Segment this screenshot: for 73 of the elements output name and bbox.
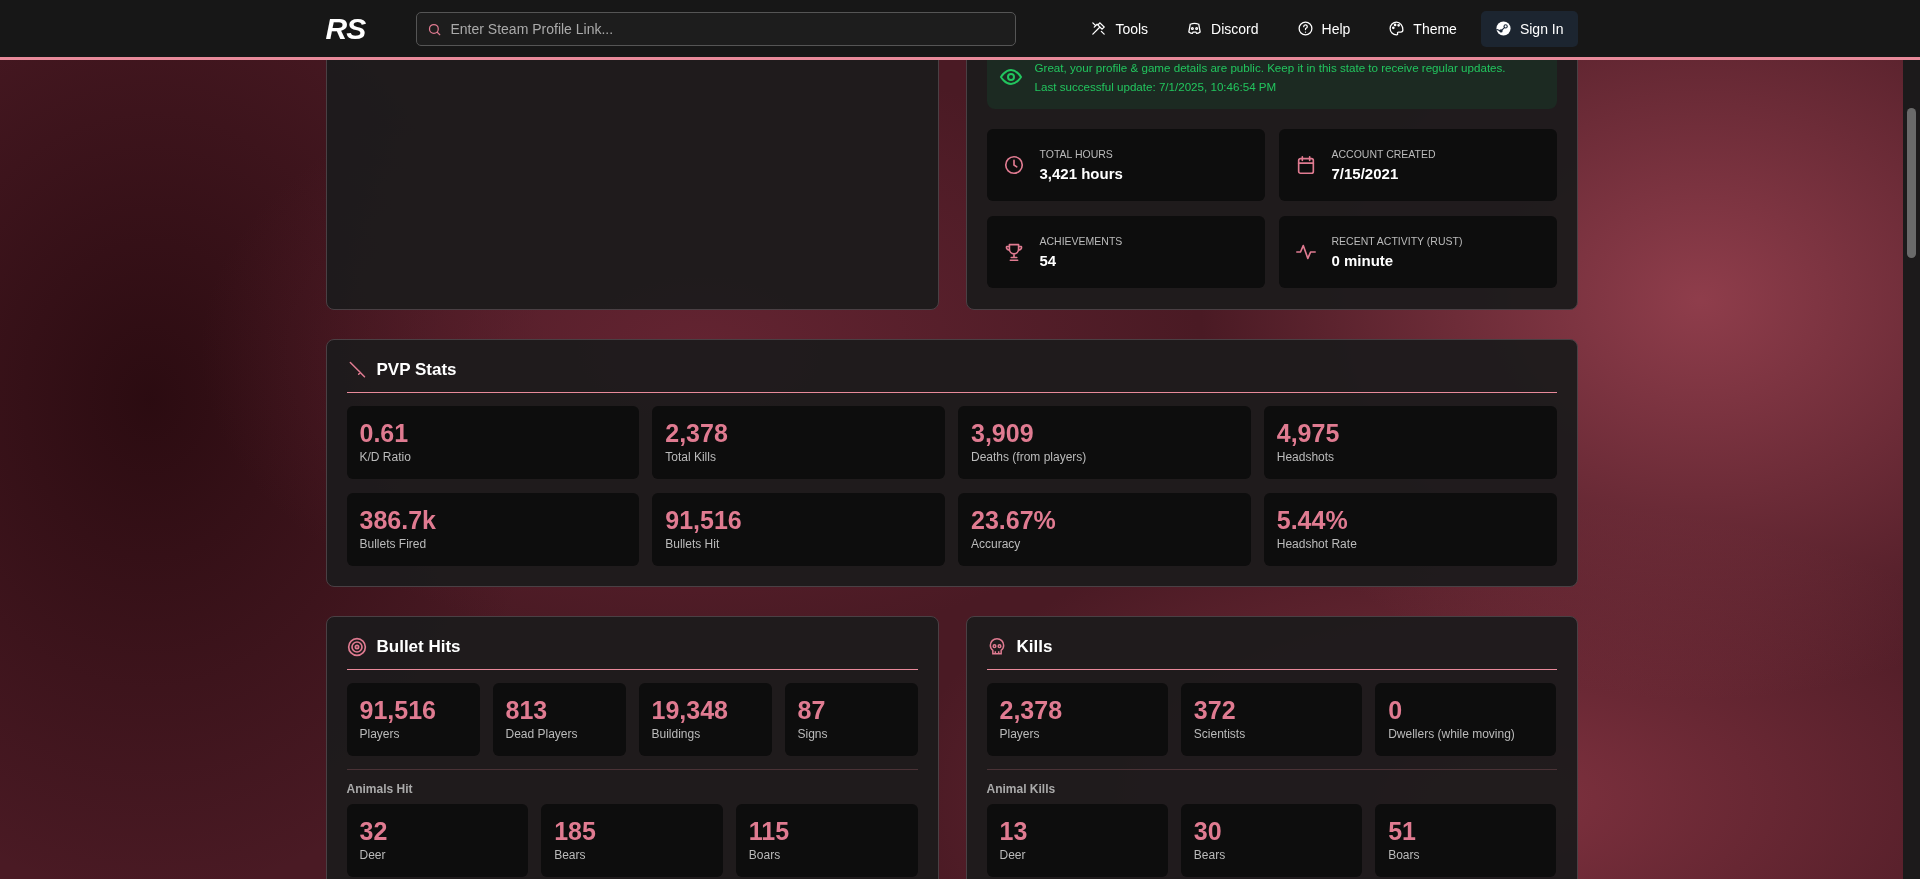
section-title: Kills <box>1016 637 1053 657</box>
stat-label: Scientists <box>1193 726 1247 741</box>
stat-label: Bears <box>1193 847 1227 862</box>
search-field[interactable]: Enter Steam Profile Link... <box>415 11 1016 46</box>
nav-link[interactable]: Theme <box>1374 12 1471 45</box>
subsection-title: Animal Kills <box>986 782 1057 796</box>
steam-icon <box>1494 20 1512 37</box>
stat-label: Bears <box>554 847 587 862</box>
sign-in-button[interactable]: Sign In <box>1480 10 1578 47</box>
stat-label: Deaths (from players) <box>971 449 1088 464</box>
stat-label: TOTAL HOURS <box>1039 148 1114 160</box>
stat-value: 0 <box>1388 697 1404 725</box>
stat-value: 4,975 <box>1276 420 1341 448</box>
stat-value: 2,378 <box>999 697 1064 725</box>
stat-value: 0 minute <box>1331 252 1395 269</box>
stat-value: 115 <box>748 818 791 846</box>
clock-icon <box>1002 154 1025 176</box>
stat-value: 813 <box>505 697 549 725</box>
nav-link[interactable]: Help <box>1282 12 1365 45</box>
stat-value: 32 <box>359 818 389 846</box>
stat-label: Bullets Fired <box>359 536 428 551</box>
stat-label: Boars <box>1388 847 1421 862</box>
stat-value: 372 <box>1193 697 1237 725</box>
stat-label: K/D Ratio <box>359 449 412 464</box>
stat-value: 386.7k <box>359 507 437 535</box>
stat-value: 54 <box>1039 252 1058 269</box>
stat-label: Headshot Rate <box>1276 536 1358 551</box>
stat-value: 87 <box>797 697 827 725</box>
help-icon <box>1296 20 1314 37</box>
stat-label: ACHIEVEMENTS <box>1039 235 1123 247</box>
palette-icon <box>1388 20 1406 37</box>
stat-label: Total Kills <box>665 449 717 464</box>
nav-link[interactable]: Tools <box>1076 12 1163 45</box>
stat-value: 23.67% <box>971 507 1057 535</box>
stat-label: Accuracy <box>971 536 1022 551</box>
stat-value: 51 <box>1388 818 1417 846</box>
logo[interactable]: RS <box>325 11 416 46</box>
stat-label: Deer <box>359 847 387 862</box>
stat-value: 0.61 <box>359 420 410 448</box>
target-icon <box>346 637 367 657</box>
scrollbar-thumb[interactable] <box>1907 108 1916 258</box>
stat-value: 7/15/2021 <box>1331 165 1400 182</box>
stat-label: Buildings <box>651 726 702 741</box>
stat-label: Deer <box>999 847 1027 862</box>
controller-icon <box>1186 20 1204 37</box>
stat-value: 30 <box>1193 818 1223 846</box>
stat-label: Players <box>359 726 401 741</box>
stat-value: 91,516 <box>359 697 437 725</box>
stat-value: 3,421 hours <box>1039 165 1123 182</box>
tools-icon <box>1090 20 1108 37</box>
section-title: Bullet Hits <box>376 637 461 657</box>
stat-value: 13 <box>999 818 1029 846</box>
stat-label: Dead Players <box>505 726 579 741</box>
stat-label: Signs <box>797 726 829 741</box>
search-icon <box>426 21 442 37</box>
stat-label: Players <box>999 726 1041 741</box>
status-text: Last successful update: 7/1/2025, 10:46:54 PM <box>1034 80 1278 93</box>
stat-label: ACCOUNT CREATED <box>1331 148 1436 160</box>
section-title: PVP Stats <box>376 360 457 380</box>
stat-value: 185 <box>554 818 597 846</box>
stat-label: Headshots <box>1276 449 1336 464</box>
stat-value: 5.44% <box>1276 507 1349 535</box>
status-text: Great, your profile & game details are public. Keep it in this state to receive regular updates. <box>1034 61 1506 74</box>
stat-value: 19,348 <box>651 697 729 725</box>
stat-label: RECENT ACTIVITY (RUST) <box>1331 235 1463 247</box>
stat-value: 3,909 <box>971 420 1035 448</box>
subsection-title: Animals Hit <box>346 782 414 796</box>
stat-value: 2,378 <box>665 420 729 448</box>
stat-label: Dwellers (while moving) <box>1388 726 1516 741</box>
stat-label: Boars <box>748 847 782 862</box>
stat-label: Bullets Hit <box>665 536 721 551</box>
nav-link[interactable]: Discord <box>1172 12 1273 45</box>
stat-value: 91,516 <box>665 507 743 535</box>
